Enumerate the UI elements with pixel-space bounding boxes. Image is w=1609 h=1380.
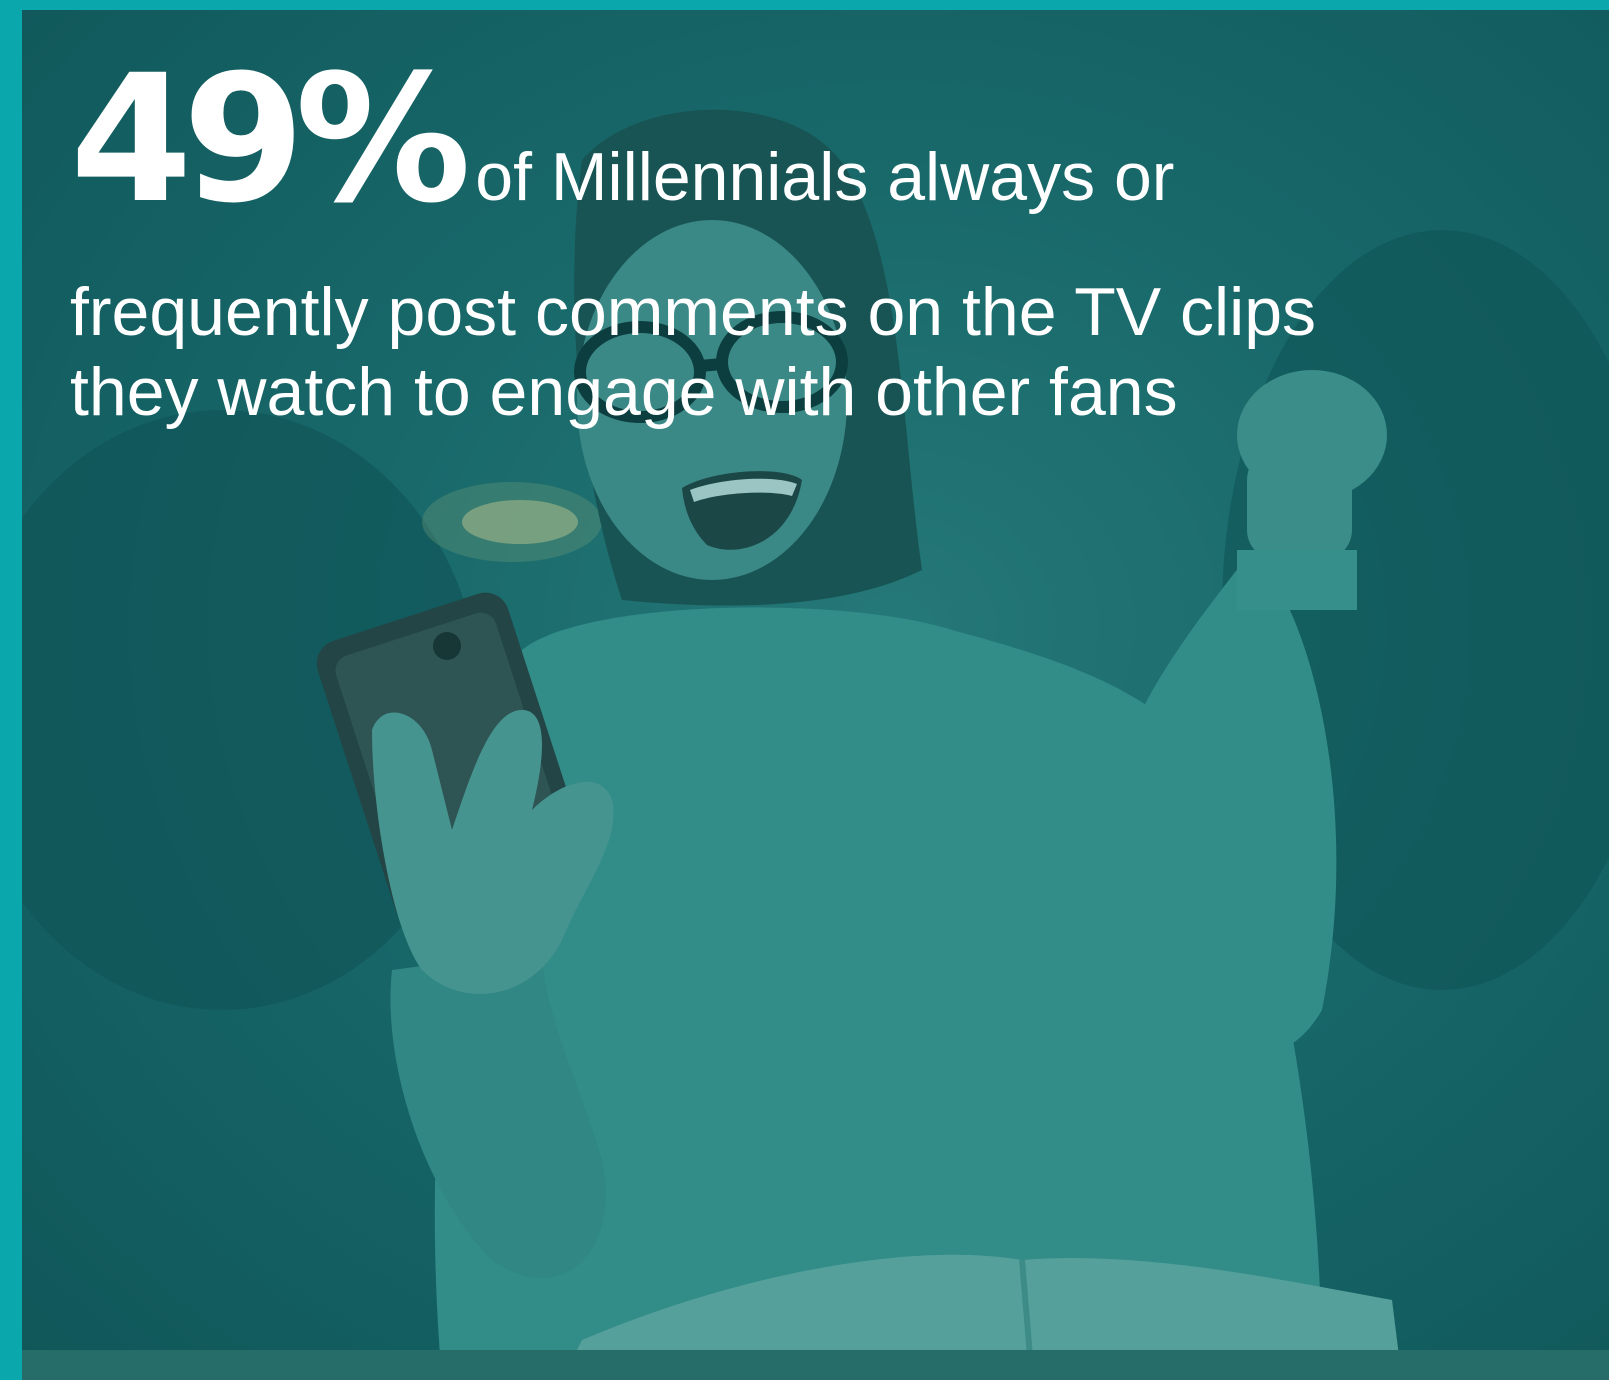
infographic-frame: 49% of Millennials always or frequently p… [0, 0, 1609, 1380]
stat-description: frequently post comments on the TV clips… [70, 272, 1570, 432]
stat-text-block: 49% of Millennials always or frequently p… [70, 52, 1570, 432]
stat-description-line-2: frequently post comments on the TV clips [70, 274, 1317, 350]
stat-description-line-3: they watch to engage with other fans [70, 354, 1178, 430]
stat-headline: 49% of Millennials always or [70, 52, 1570, 252]
stat-value: 49% [70, 37, 471, 242]
stat-lead-text: of Millennials always or [475, 139, 1175, 215]
photo-panel: 49% of Millennials always or frequently p… [22, 10, 1609, 1380]
